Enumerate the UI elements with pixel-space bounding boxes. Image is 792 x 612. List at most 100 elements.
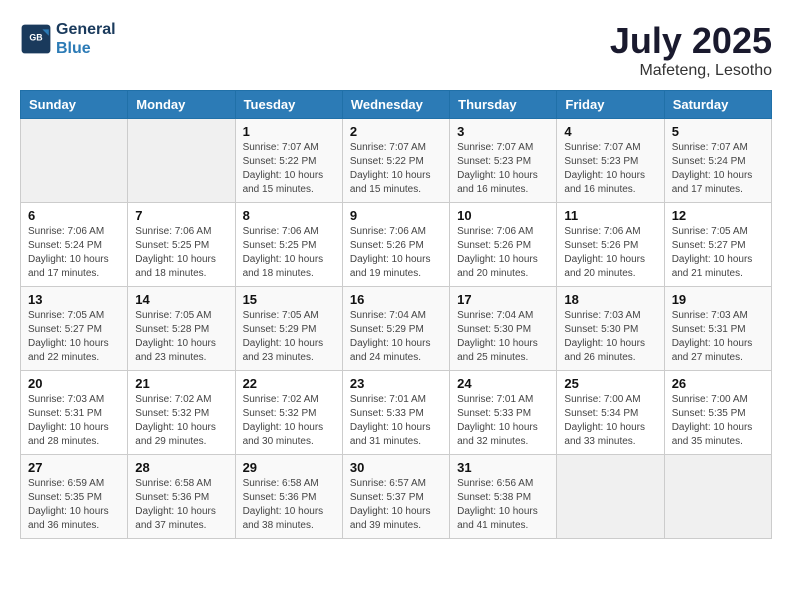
day-number: 8 xyxy=(243,208,335,223)
logo-general: General xyxy=(56,20,116,39)
day-info: Sunrise: 7:06 AM Sunset: 5:26 PM Dayligh… xyxy=(350,225,442,281)
day-number: 12 xyxy=(672,208,764,223)
weekday-header-monday: Monday xyxy=(128,91,235,119)
day-info: Sunrise: 6:58 AM Sunset: 5:36 PM Dayligh… xyxy=(243,477,335,533)
calendar-cell: 8 Sunrise: 7:06 AM Sunset: 5:25 PM Daylig… xyxy=(235,203,342,287)
day-number: 26 xyxy=(672,376,764,391)
day-info: Sunrise: 7:06 AM Sunset: 5:26 PM Dayligh… xyxy=(564,225,656,281)
logo: GB General Blue xyxy=(20,20,116,58)
calendar-cell: 4Sunrise: 7:07 AM Sunset: 5:23 PM Daylig… xyxy=(557,119,664,203)
calendar-cell: 9 Sunrise: 7:06 AM Sunset: 5:26 PM Daylig… xyxy=(342,203,449,287)
day-number: 4 xyxy=(564,124,656,139)
weekday-header-tuesday: Tuesday xyxy=(235,91,342,119)
calendar-cell: 3 Sunrise: 7:07 AM Sunset: 5:23 PM Daylig… xyxy=(450,119,557,203)
day-number: 18 xyxy=(564,292,656,307)
day-info: Sunrise: 7:05 AM Sunset: 5:29 PM Dayligh… xyxy=(243,309,335,365)
day-number: 5 xyxy=(672,124,764,139)
calendar-cell: 17 Sunrise: 7:04 AM Sunset: 5:30 PM Dayli… xyxy=(450,287,557,371)
day-info: Sunrise: 7:06 AM Sunset: 5:25 PM Dayligh… xyxy=(243,225,335,281)
day-number: 22 xyxy=(243,376,335,391)
day-info: Sunrise: 7:04 AM Sunset: 5:30 PM Dayligh… xyxy=(457,309,549,365)
day-number: 15 xyxy=(243,292,335,307)
day-number: 7 xyxy=(135,208,227,223)
weekday-header-thursday: Thursday xyxy=(450,91,557,119)
day-number: 21 xyxy=(135,376,227,391)
week-row-1: 1Sunrise: 7:07 AM Sunset: 5:22 PM Daylig… xyxy=(21,119,772,203)
calendar-cell: 12Sunrise: 7:05 AM Sunset: 5:27 PM Dayli… xyxy=(664,203,771,287)
logo-icon: GB xyxy=(20,23,52,55)
day-info: Sunrise: 7:02 AM Sunset: 5:32 PM Dayligh… xyxy=(135,393,227,449)
day-number: 3 xyxy=(457,124,549,139)
calendar-cell xyxy=(557,455,664,539)
day-number: 6 xyxy=(28,208,120,223)
day-info: Sunrise: 7:06 AM Sunset: 5:25 PM Dayligh… xyxy=(135,225,227,281)
day-info: Sunrise: 6:57 AM Sunset: 5:37 PM Dayligh… xyxy=(350,477,442,533)
day-number: 1 xyxy=(243,124,335,139)
calendar-cell: 16Sunrise: 7:04 AM Sunset: 5:29 PM Dayli… xyxy=(342,287,449,371)
day-info: Sunrise: 7:03 AM Sunset: 5:31 PM Dayligh… xyxy=(28,393,120,449)
calendar-cell: 29Sunrise: 6:58 AM Sunset: 5:36 PM Dayli… xyxy=(235,455,342,539)
calendar-cell: 22 Sunrise: 7:02 AM Sunset: 5:32 PM Dayli… xyxy=(235,371,342,455)
calendar-cell: 30 Sunrise: 6:57 AM Sunset: 5:37 PM Dayli… xyxy=(342,455,449,539)
day-number: 11 xyxy=(564,208,656,223)
weekday-header-friday: Friday xyxy=(557,91,664,119)
logo-blue: Blue xyxy=(56,39,116,58)
weekday-header-wednesday: Wednesday xyxy=(342,91,449,119)
calendar-cell xyxy=(21,119,128,203)
day-number: 25 xyxy=(564,376,656,391)
week-row-3: 13Sunrise: 7:05 AM Sunset: 5:27 PM Dayli… xyxy=(21,287,772,371)
calendar-cell: 28Sunrise: 6:58 AM Sunset: 5:36 PM Dayli… xyxy=(128,455,235,539)
day-number: 20 xyxy=(28,376,120,391)
location-title: Mafeteng, Lesotho xyxy=(610,62,772,80)
calendar-cell: 11 Sunrise: 7:06 AM Sunset: 5:26 PM Dayli… xyxy=(557,203,664,287)
calendar-cell: 1Sunrise: 7:07 AM Sunset: 5:22 PM Daylig… xyxy=(235,119,342,203)
day-info: Sunrise: 7:05 AM Sunset: 5:27 PM Dayligh… xyxy=(28,309,120,365)
calendar-cell: 20 Sunrise: 7:03 AM Sunset: 5:31 PM Dayli… xyxy=(21,371,128,455)
day-number: 2 xyxy=(350,124,442,139)
calendar-cell: 18 Sunrise: 7:03 AM Sunset: 5:30 PM Dayli… xyxy=(557,287,664,371)
weekday-header-sunday: Sunday xyxy=(21,91,128,119)
day-info: Sunrise: 7:01 AM Sunset: 5:33 PM Dayligh… xyxy=(457,393,549,449)
calendar-cell: 26Sunrise: 7:00 AM Sunset: 5:35 PM Dayli… xyxy=(664,371,771,455)
day-info: Sunrise: 7:07 AM Sunset: 5:23 PM Dayligh… xyxy=(457,141,549,197)
day-info: Sunrise: 7:00 AM Sunset: 5:34 PM Dayligh… xyxy=(564,393,656,449)
day-number: 28 xyxy=(135,460,227,475)
calendar-cell: 23 Sunrise: 7:01 AM Sunset: 5:33 PM Dayli… xyxy=(342,371,449,455)
day-number: 14 xyxy=(135,292,227,307)
calendar-cell: 7 Sunrise: 7:06 AM Sunset: 5:25 PM Daylig… xyxy=(128,203,235,287)
day-info: Sunrise: 7:06 AM Sunset: 5:26 PM Dayligh… xyxy=(457,225,549,281)
svg-text:GB: GB xyxy=(29,33,42,43)
day-info: Sunrise: 6:56 AM Sunset: 5:38 PM Dayligh… xyxy=(457,477,549,533)
day-number: 27 xyxy=(28,460,120,475)
day-number: 23 xyxy=(350,376,442,391)
day-number: 17 xyxy=(457,292,549,307)
day-info: Sunrise: 7:02 AM Sunset: 5:32 PM Dayligh… xyxy=(243,393,335,449)
weekday-header-saturday: Saturday xyxy=(664,91,771,119)
calendar-cell: 21 Sunrise: 7:02 AM Sunset: 5:32 PM Dayli… xyxy=(128,371,235,455)
calendar-cell: 6 Sunrise: 7:06 AM Sunset: 5:24 PM Daylig… xyxy=(21,203,128,287)
title-section: July 2025 Mafeteng, Lesotho xyxy=(610,20,772,80)
calendar-cell: 14 Sunrise: 7:05 AM Sunset: 5:28 PM Dayli… xyxy=(128,287,235,371)
calendar: SundayMondayTuesdayWednesdayThursdayFrid… xyxy=(20,90,772,539)
calendar-cell xyxy=(664,455,771,539)
day-info: Sunrise: 7:03 AM Sunset: 5:31 PM Dayligh… xyxy=(672,309,764,365)
calendar-cell: 10Sunrise: 7:06 AM Sunset: 5:26 PM Dayli… xyxy=(450,203,557,287)
day-info: Sunrise: 7:05 AM Sunset: 5:28 PM Dayligh… xyxy=(135,309,227,365)
week-row-4: 20 Sunrise: 7:03 AM Sunset: 5:31 PM Dayli… xyxy=(21,371,772,455)
header: GB General Blue July 2025 Mafeteng, Leso… xyxy=(20,20,772,80)
week-row-5: 27Sunrise: 6:59 AM Sunset: 5:35 PM Dayli… xyxy=(21,455,772,539)
day-info: Sunrise: 7:01 AM Sunset: 5:33 PM Dayligh… xyxy=(350,393,442,449)
calendar-cell: 15 Sunrise: 7:05 AM Sunset: 5:29 PM Dayli… xyxy=(235,287,342,371)
day-number: 9 xyxy=(350,208,442,223)
calendar-cell: 25 Sunrise: 7:00 AM Sunset: 5:34 PM Dayli… xyxy=(557,371,664,455)
calendar-cell: 24Sunrise: 7:01 AM Sunset: 5:33 PM Dayli… xyxy=(450,371,557,455)
day-number: 31 xyxy=(457,460,549,475)
day-info: Sunrise: 7:07 AM Sunset: 5:24 PM Dayligh… xyxy=(672,141,764,197)
day-info: Sunrise: 7:06 AM Sunset: 5:24 PM Dayligh… xyxy=(28,225,120,281)
calendar-cell: 5 Sunrise: 7:07 AM Sunset: 5:24 PM Daylig… xyxy=(664,119,771,203)
weekday-header-row: SundayMondayTuesdayWednesdayThursdayFrid… xyxy=(21,91,772,119)
calendar-cell: 2Sunrise: 7:07 AM Sunset: 5:22 PM Daylig… xyxy=(342,119,449,203)
calendar-cell: 19Sunrise: 7:03 AM Sunset: 5:31 PM Dayli… xyxy=(664,287,771,371)
day-number: 30 xyxy=(350,460,442,475)
day-info: Sunrise: 7:03 AM Sunset: 5:30 PM Dayligh… xyxy=(564,309,656,365)
